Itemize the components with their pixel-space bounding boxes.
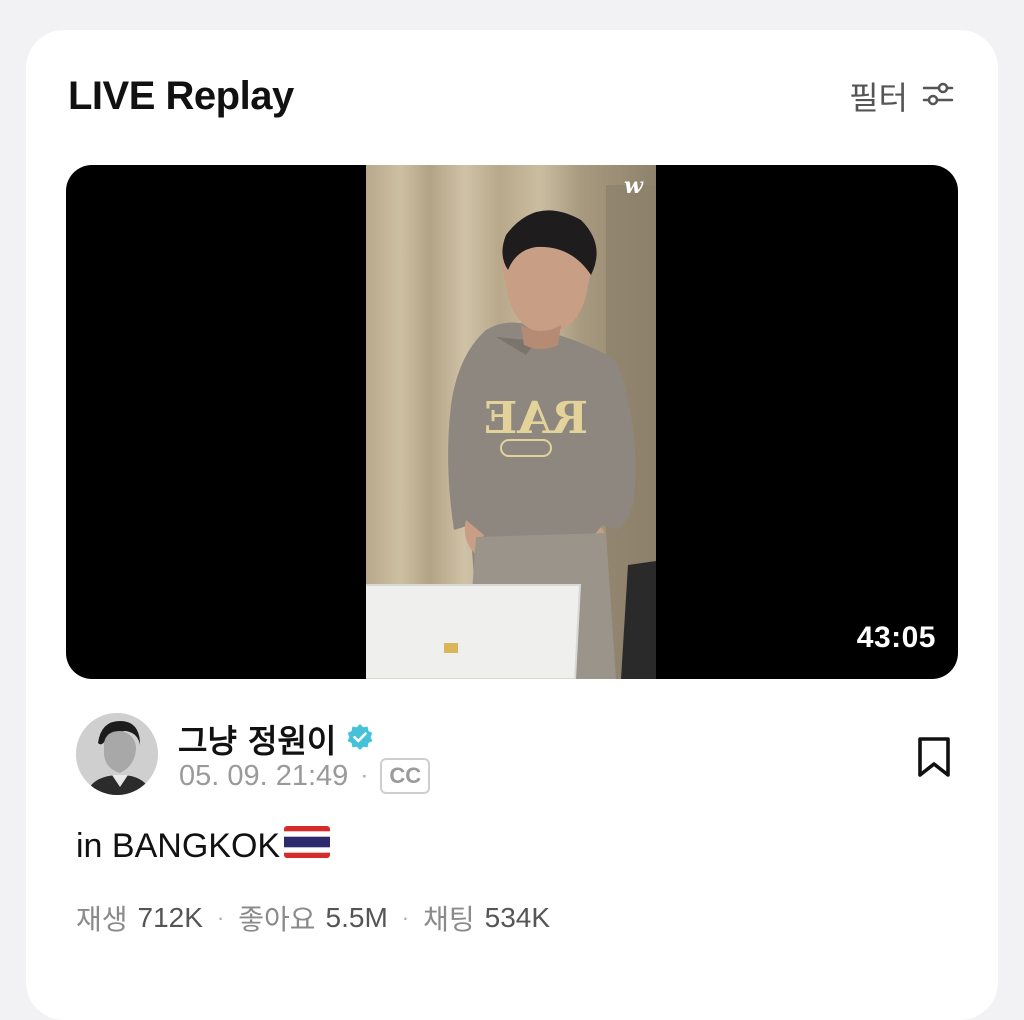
avatar[interactable] [76, 713, 158, 795]
plays-value: 712K [137, 902, 203, 933]
channel-row[interactable]: 그냥 정원이 [178, 716, 374, 762]
bookmark-icon[interactable] [914, 736, 954, 778]
svg-text:RAE: RAE [484, 393, 588, 444]
video-stats: 재생 712K · 좋아요 5.5M · 채팅 534K [76, 898, 550, 938]
video-thumbnail[interactable]: RAE w 43:05 [66, 165, 958, 679]
thailand-flag-icon [284, 826, 331, 867]
likes-value: 5.5M [325, 902, 388, 933]
plays-label: 재생 [76, 903, 128, 936]
meta-separator: · [360, 762, 369, 789]
live-replay-card: LIVE Replay 필터 RAE w 43:05 그냥 정원이 05. 09… [26, 30, 998, 1020]
post-caption[interactable]: in BANGKOK [76, 826, 331, 867]
channel-name: 그냥 정원이 [178, 722, 337, 760]
video-duration: 43:05 [856, 621, 936, 654]
weverse-logo-icon: w [624, 173, 644, 199]
post-datetime: 05. 09. 21:49 [179, 759, 349, 792]
stat-separator: · [401, 905, 410, 930]
cc-badge: CC [380, 758, 431, 794]
filter-sliders-icon [922, 79, 954, 114]
stat-separator: · [216, 905, 225, 930]
section-title: LIVE Replay [68, 74, 294, 118]
video-frame: RAE w [366, 165, 656, 679]
likes-label: 좋아요 [238, 903, 316, 936]
filter-button[interactable]: 필터 [849, 74, 954, 118]
filter-label: 필터 [849, 79, 908, 117]
post-meta: 05. 09. 21:49 · CC [179, 758, 431, 794]
caption-text: in BANGKOK [76, 827, 281, 865]
chats-label: 채팅 [423, 903, 475, 936]
chats-value: 534K [484, 902, 551, 933]
verified-badge-icon [346, 723, 374, 756]
